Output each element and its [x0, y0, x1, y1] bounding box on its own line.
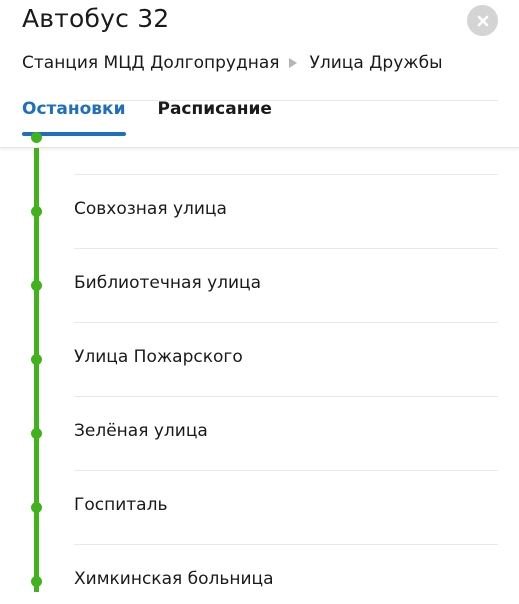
stop-marker	[31, 206, 42, 217]
list-item[interactable]: Госпиталь	[0, 470, 519, 544]
list-item[interactable]: Химкинская больница	[0, 544, 519, 604]
stop-marker	[31, 280, 42, 291]
stop-name: Зелёная улица	[74, 421, 208, 441]
route-details-panel: Автобус 32 Станция МЦД Долгопрудная Улиц…	[0, 0, 519, 604]
stop-marker	[31, 502, 42, 513]
list-item[interactable]: Зелёная улица	[0, 396, 519, 470]
close-icon	[477, 15, 489, 27]
stop-marker	[31, 132, 42, 143]
page-title: Автобус 32	[22, 4, 170, 33]
route-from: Станция МЦД Долгопрудная	[22, 53, 280, 73]
route-endpoints: Станция МЦД Долгопрудная Улица Дружбы	[22, 51, 443, 75]
list-item[interactable]	[0, 100, 519, 174]
stop-name: Библиотечная улица	[74, 273, 262, 293]
list-item[interactable]: Совхозная улица	[0, 174, 519, 248]
route-arrow-icon	[289, 58, 298, 68]
close-button[interactable]	[467, 5, 498, 36]
stop-marker	[31, 576, 42, 587]
stop-name: Химкинская больница	[74, 569, 274, 589]
route-to: Улица Дружбы	[309, 53, 443, 73]
stops-list: Совхозная улица Библиотечная улица Улица…	[0, 100, 519, 604]
divider	[74, 322, 498, 323]
divider	[74, 396, 498, 397]
stop-marker	[31, 354, 42, 365]
stop-name: Госпиталь	[74, 495, 168, 515]
stop-marker	[31, 428, 42, 439]
stop-name: Совхозная улица	[74, 199, 227, 219]
divider	[74, 544, 498, 545]
stop-name: Улица Пожарского	[74, 347, 243, 367]
list-item[interactable]: Улица Пожарского	[0, 322, 519, 396]
divider	[74, 174, 498, 175]
divider	[74, 100, 498, 101]
list-item[interactable]: Библиотечная улица	[0, 248, 519, 322]
divider	[74, 248, 498, 249]
divider	[74, 470, 498, 471]
